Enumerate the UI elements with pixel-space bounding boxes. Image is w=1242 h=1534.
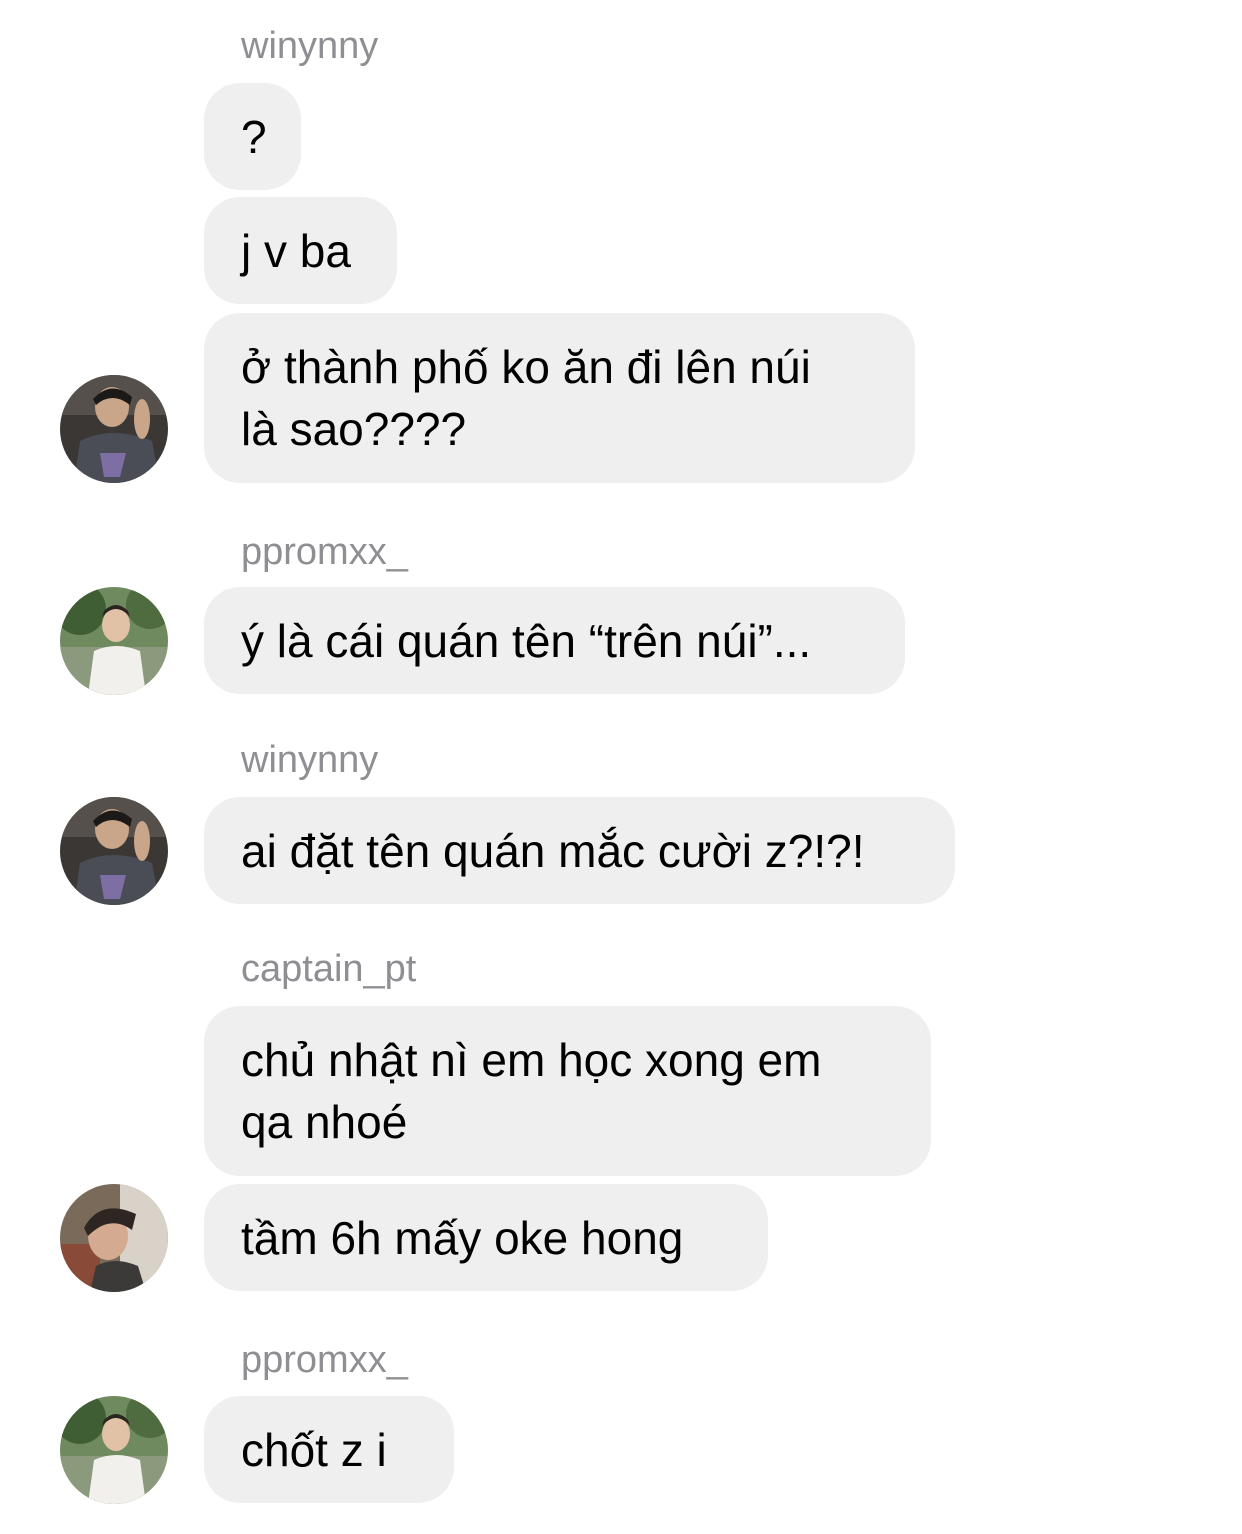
message-bubble[interactable]: chủ nhật nì em học xong em qa nhoé	[204, 1006, 931, 1176]
message-bubble[interactable]: ý là cái quán tên “trên núi”...	[204, 587, 905, 694]
message-text: chủ nhật nì em học xong em qa nhoé	[241, 1034, 822, 1148]
user-avatar-captain-pt[interactable]	[60, 1184, 168, 1292]
avatar-photo	[60, 587, 168, 695]
message-text: chốt z i	[241, 1423, 387, 1476]
avatar-photo	[60, 1184, 168, 1292]
message-text: ?	[241, 110, 267, 163]
message-bubble[interactable]: ai đặt tên quán mắc cười z?!?!	[204, 797, 955, 904]
sender-name[interactable]: ppromxx_	[241, 530, 408, 574]
avatar-photo	[60, 1396, 168, 1504]
message-bubble[interactable]: j v ba	[204, 197, 397, 304]
sender-name[interactable]: captain_pt	[241, 947, 416, 991]
message-bubble[interactable]: tầm 6h mấy oke hong	[204, 1184, 768, 1291]
sender-name[interactable]: winynny	[241, 738, 378, 782]
avatar-photo	[60, 375, 168, 483]
user-avatar-ppromxx[interactable]	[60, 587, 168, 695]
message-text: ai đặt tên quán mắc cười z?!?!	[241, 824, 865, 877]
message-text: j v ba	[241, 224, 351, 277]
message-text: ở thành phố ko ăn đi lên núi là sao????	[241, 341, 811, 455]
message-text: tầm 6h mấy oke hong	[241, 1211, 684, 1264]
user-avatar-ppromxx[interactable]	[60, 1396, 168, 1504]
sender-name[interactable]: winynny	[241, 24, 378, 68]
user-avatar-winynny[interactable]	[60, 797, 168, 905]
sender-name[interactable]: ppromxx_	[241, 1338, 408, 1382]
message-bubble[interactable]: ?	[204, 83, 301, 190]
message-bubble[interactable]: ở thành phố ko ăn đi lên núi là sao????	[204, 313, 915, 483]
message-bubble[interactable]: chốt z i	[204, 1396, 454, 1503]
message-text: ý là cái quán tên “trên núi”...	[241, 614, 812, 667]
user-avatar-winynny[interactable]	[60, 375, 168, 483]
avatar-photo	[60, 797, 168, 905]
